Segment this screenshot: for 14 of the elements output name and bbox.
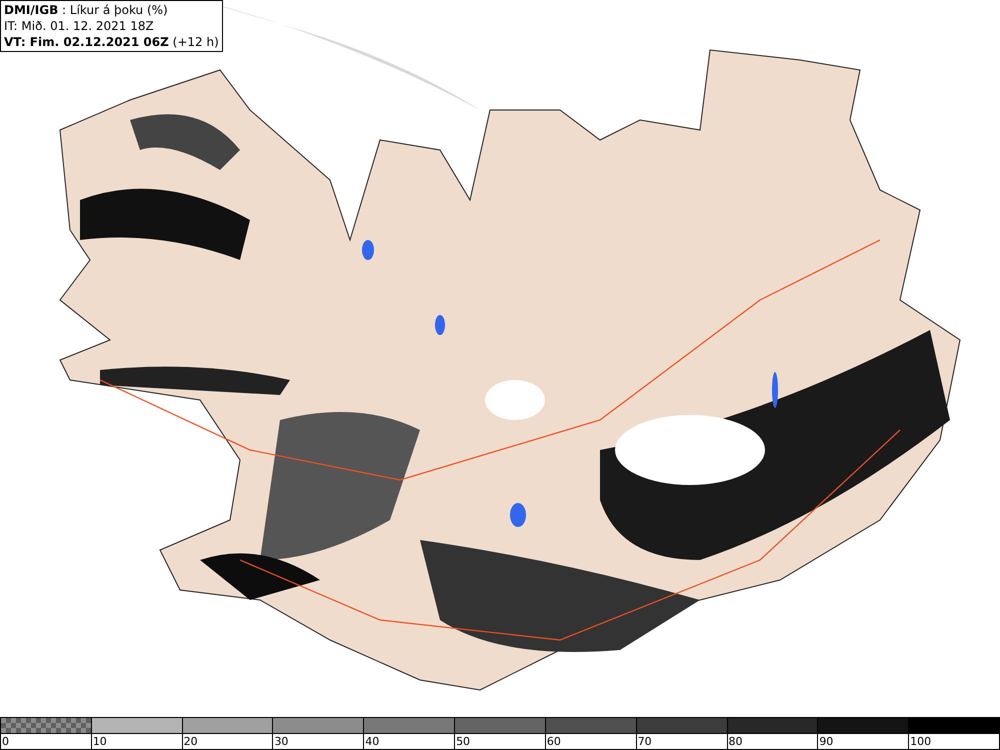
- issue-time: IT: Mið. 01. 12. 2021 18Z: [4, 18, 155, 34]
- legend-label: 60: [546, 735, 561, 748]
- legend-label: 70: [636, 735, 652, 748]
- legend-label: 10: [92, 735, 107, 748]
- map-title: DMI/IGB : Líkur á þoku (%): [4, 2, 169, 18]
- legend-label: 20: [182, 735, 198, 748]
- legend-label: 90: [818, 735, 834, 748]
- legend-label: 50: [455, 735, 470, 748]
- legend-label: 80: [728, 735, 742, 748]
- valid-time: VT: Fim. 02.12.2021 06Z (+12 h): [4, 34, 219, 50]
- legend-label: 40: [364, 735, 380, 748]
- legend-label: 0: [1, 735, 9, 748]
- legend-label: 30: [273, 735, 288, 748]
- legend-label: 100: [909, 735, 932, 748]
